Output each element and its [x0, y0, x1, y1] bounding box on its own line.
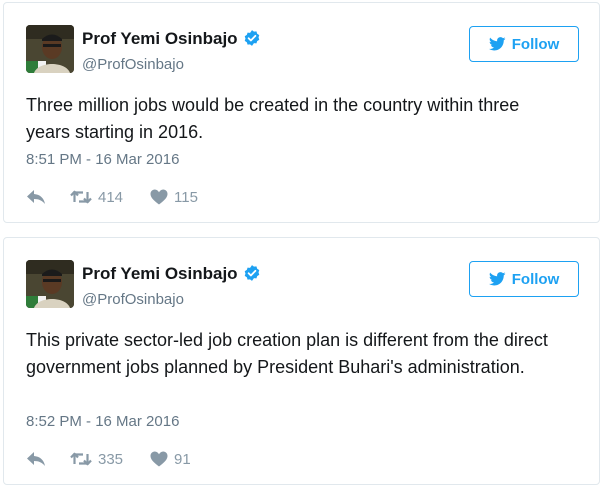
tweet-card: Prof Yemi Osinbajo @ProfOsinbajo Follow … [3, 2, 600, 223]
reply-button[interactable] [26, 451, 70, 467]
retweet-count: 414 [98, 188, 124, 206]
verified-badge-icon [244, 30, 259, 46]
tweet-text: Three million jobs would be created in t… [26, 95, 520, 142]
author-name[interactable]: Prof Yemi Osinbajo [82, 264, 261, 284]
reply-arrow-icon [27, 190, 45, 204]
reply-button[interactable] [26, 189, 70, 205]
follow-button[interactable]: Follow [469, 261, 579, 297]
retweet-icon [70, 452, 92, 466]
like-button[interactable]: 115 [150, 189, 198, 206]
author-name-text: Prof Yemi Osinbajo [82, 29, 238, 48]
author-handle[interactable]: @ProfOsinbajo [82, 291, 184, 308]
tweet-timestamp[interactable]: 8:51 PM - 16 Mar 2016 [26, 151, 179, 168]
avatar-image [26, 260, 74, 308]
follow-label: Follow [511, 270, 560, 288]
retweet-count: 335 [98, 450, 124, 468]
author-name[interactable]: Prof Yemi Osinbajo [82, 29, 261, 49]
heart-icon [150, 189, 168, 205]
twitter-bird-icon [488, 37, 506, 51]
author-name-text: Prof Yemi Osinbajo [82, 264, 238, 283]
like-count: 91 [174, 450, 191, 468]
tweet-actions: 414 115 [26, 185, 198, 209]
retweet-button[interactable]: 335 [70, 451, 150, 468]
verified-badge-icon [244, 265, 259, 281]
like-count: 115 [174, 188, 198, 206]
avatar[interactable] [26, 25, 74, 73]
retweet-button[interactable]: 414 [70, 189, 150, 206]
retweet-icon [70, 190, 92, 204]
like-button[interactable]: 91 [150, 451, 191, 468]
tweet-card: Prof Yemi Osinbajo @ProfOsinbajo Follow … [3, 237, 600, 485]
tweet-actions: 335 91 [26, 447, 191, 471]
avatar-image [26, 25, 74, 73]
tweet-text: This private sector-led job creation pla… [26, 330, 548, 377]
follow-button[interactable]: Follow [469, 26, 579, 62]
author-handle[interactable]: @ProfOsinbajo [82, 56, 184, 73]
tweet-timestamp[interactable]: 8:52 PM - 16 Mar 2016 [26, 413, 179, 430]
reply-arrow-icon [27, 452, 45, 466]
heart-icon [150, 451, 168, 467]
avatar[interactable] [26, 260, 74, 308]
follow-label: Follow [511, 35, 560, 53]
twitter-bird-icon [488, 272, 506, 286]
